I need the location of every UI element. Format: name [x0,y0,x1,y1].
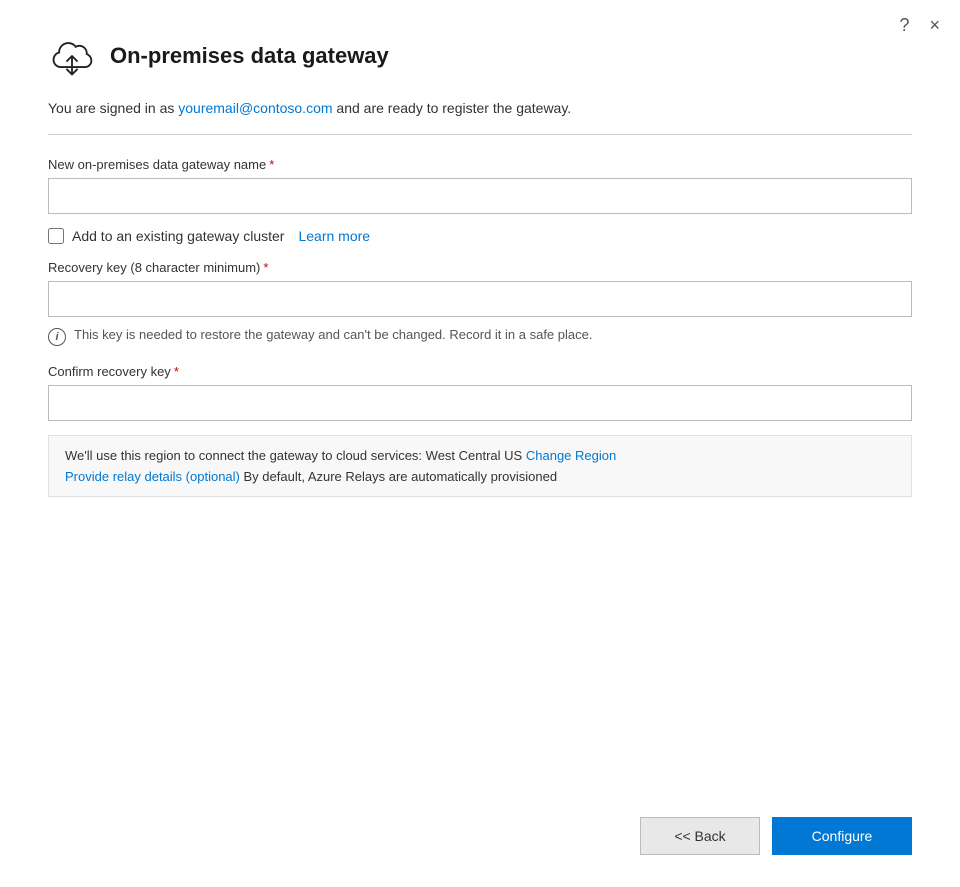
help-button[interactable]: ? [897,14,911,36]
region-text-prefix: We'll use this region to connect the gat… [65,448,522,463]
info-icon: i [48,328,66,346]
dialog-footer: << Back Configure [0,797,960,887]
recovery-key-input[interactable] [48,281,912,317]
relay-line: Provide relay details (optional) By defa… [65,469,895,484]
checkbox-row: Add to an existing gateway cluster Learn… [48,228,912,244]
gateway-name-field-group: New on-premises data gateway name * [48,157,912,214]
add-cluster-label: Add to an existing gateway cluster [72,228,284,244]
title-row: On-premises data gateway [48,32,912,80]
dialog-container: ? × On-premises data gateway You are sig… [0,0,960,887]
divider [48,134,912,135]
email-link[interactable]: youremail@contoso.com [178,100,332,116]
gateway-name-required: * [269,157,274,172]
recovery-key-required: * [263,260,268,275]
region-box: We'll use this region to connect the gat… [48,435,912,497]
configure-button[interactable]: Configure [772,817,912,855]
relay-link[interactable]: Provide relay details (optional) [65,469,240,484]
confirm-key-required: * [174,364,179,379]
cloud-icon [48,32,96,80]
dialog-header-icons: ? × [897,14,942,36]
learn-more-link[interactable]: Learn more [298,228,370,244]
dialog-content: On-premises data gateway You are signed … [0,0,960,797]
relay-text: By default, Azure Relays are automatical… [244,469,558,484]
gateway-name-label: New on-premises data gateway name * [48,157,912,172]
add-cluster-checkbox[interactable] [48,228,64,244]
close-button[interactable]: × [927,14,942,36]
recovery-key-field-group: Recovery key (8 character minimum) * [48,260,912,317]
confirm-key-input[interactable] [48,385,912,421]
gateway-name-input[interactable] [48,178,912,214]
recovery-key-label: Recovery key (8 character minimum) * [48,260,912,275]
dialog-title: On-premises data gateway [110,43,389,69]
confirm-key-field-group: Confirm recovery key * [48,364,912,421]
signed-in-text: You are signed in as youremail@contoso.c… [48,100,912,116]
change-region-link[interactable]: Change Region [526,448,616,463]
info-text: This key is needed to restore the gatewa… [74,327,592,342]
info-row: i This key is needed to restore the gate… [48,327,912,346]
back-button[interactable]: << Back [640,817,760,855]
region-line: We'll use this region to connect the gat… [65,448,895,463]
confirm-key-label: Confirm recovery key * [48,364,912,379]
